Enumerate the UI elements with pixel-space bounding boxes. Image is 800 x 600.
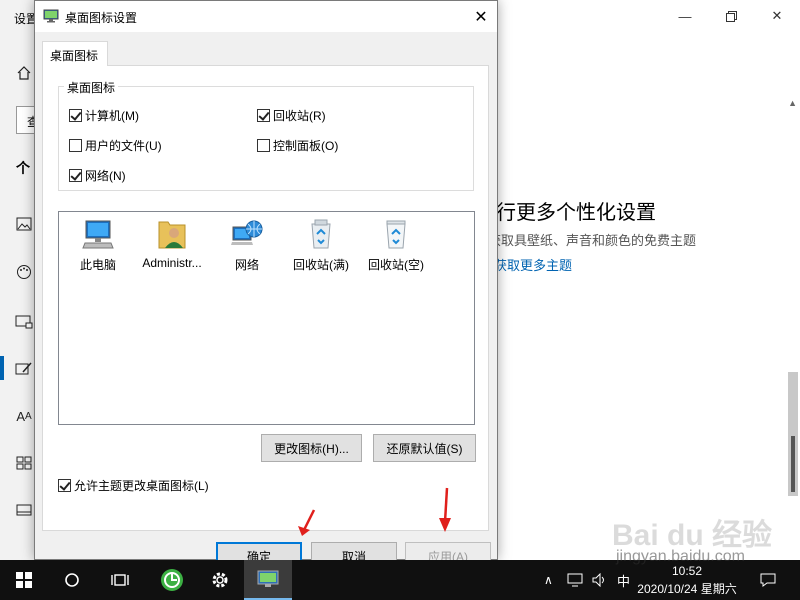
desktop-settings-icon <box>257 570 279 587</box>
red-arrow-annotation-apply <box>439 487 451 532</box>
dialog-titlebar[interactable]: 桌面图标设置 ✕ <box>35 1 497 32</box>
recycle-bin-empty-icon <box>386 220 406 249</box>
desktop-settings-icon <box>43 9 59 23</box>
checkbox-computer[interactable]: 计算机(M) <box>69 107 139 124</box>
checkbox-label: 用户的文件(U) <box>85 139 162 153</box>
taskbar-settings-icon[interactable] <box>14 500 34 520</box>
background-icon[interactable] <box>14 214 34 234</box>
tab-desktop-icons[interactable]: 桌面图标 <box>42 41 108 66</box>
taskbar-app-desktop-icon-settings[interactable] <box>244 560 292 600</box>
get-more-themes-link[interactable]: 获取更多主题 <box>494 255 572 274</box>
list-item-network[interactable]: 网络 <box>209 218 285 273</box>
icon-label: 此电脑 <box>79 258 116 272</box>
start-button[interactable] <box>0 560 48 600</box>
change-icon-button[interactable]: 更改图标(H)... <box>261 434 362 462</box>
checkbox-label: 允许主题更改桌面图标(L) <box>74 479 209 493</box>
checkbox-box[interactable] <box>257 109 270 122</box>
home-icon[interactable] <box>14 63 34 83</box>
icon-label: 网络 <box>234 258 259 272</box>
checkbox-box[interactable] <box>69 169 82 182</box>
desktop-icon-settings-dialog: 桌面图标设置 ✕ 桌面图标 桌面图标 计算机(M) 回收站(R) 用户的文件(U… <box>34 0 498 570</box>
checkbox-label: 控制面板(O) <box>273 139 339 153</box>
groupbox-label: 桌面图标 <box>64 79 119 96</box>
checkbox-user-files[interactable]: 用户的文件(U) <box>69 137 162 154</box>
clock-date: 2020/10/24 星期六 <box>637 582 737 596</box>
list-item-administrator[interactable]: Administr... <box>134 218 210 270</box>
gear-icon <box>212 572 228 588</box>
lock-screen-icon[interactable] <box>14 312 34 332</box>
checkbox-box[interactable] <box>58 479 71 492</box>
checkbox-allow-theme[interactable]: 允许主题更改桌面图标(L) <box>58 477 209 494</box>
action-center-icon[interactable] <box>760 560 776 600</box>
maximize-button[interactable] <box>708 4 754 28</box>
scrollbar-thumb[interactable] <box>791 436 795 492</box>
promo-title: 行更多个性化设置 <box>496 202 656 224</box>
checkbox-recycle-bin[interactable]: 回收站(R) <box>257 107 326 124</box>
icon-label: Administr... <box>142 256 202 270</box>
user-folder-icon <box>158 221 186 249</box>
network-icon <box>231 220 263 245</box>
search-button[interactable] <box>48 560 96 600</box>
watermark-url: jingyan.baidu.com <box>616 548 745 565</box>
clock[interactable]: 10:52 2020/10/24 星期六 <box>612 562 762 598</box>
colors-icon[interactable] <box>14 262 34 282</box>
checkbox-label: 计算机(M) <box>85 109 139 123</box>
red-arrow-annotation-ok <box>298 509 316 536</box>
checkbox-box[interactable] <box>257 139 270 152</box>
checkbox-box[interactable] <box>69 109 82 122</box>
icon-label: 回收站(满) <box>293 258 349 272</box>
promo-description: 获取具壁纸、声音和颜色的免费主题 <box>488 233 697 248</box>
network-tray-icon[interactable] <box>567 560 583 600</box>
cortana-circle-icon <box>65 573 79 587</box>
task-view-icon <box>111 574 129 586</box>
nav-selection-indicator <box>0 356 4 380</box>
icon-list[interactable]: 此电脑 Administr... 网络 回收站(满) 回收站(空) <box>58 211 475 425</box>
minimize-button[interactable]: — <box>662 4 708 28</box>
dialog-close-button[interactable]: ✕ <box>465 1 497 32</box>
dialog-title: 桌面图标设置 <box>65 11 138 25</box>
start-icon[interactable] <box>14 453 34 473</box>
green-browser-icon <box>161 569 183 591</box>
taskbar: ∧ 中 10:52 2020/10/24 星期六 <box>0 560 800 600</box>
windows-logo-icon <box>16 572 32 588</box>
tray-overflow-button[interactable]: ∧ <box>544 560 553 600</box>
task-view-button[interactable] <box>96 560 144 600</box>
checkbox-label: 网络(N) <box>85 169 126 183</box>
icon-label: 回收站(空) <box>368 258 424 272</box>
taskbar-app-settings[interactable] <box>196 560 244 600</box>
themes-icon[interactable] <box>14 359 34 379</box>
scroll-up-icon[interactable]: ▲ <box>788 98 797 108</box>
computer-icon <box>82 220 114 249</box>
settings-section-title: 个 <box>16 160 30 176</box>
checkbox-label: 回收站(R) <box>273 109 326 123</box>
recycle-bin-full-icon <box>311 219 331 249</box>
checkbox-network[interactable]: 网络(N) <box>69 167 126 184</box>
taskbar-app-browser[interactable] <box>148 560 196 600</box>
restore-default-button[interactable]: 还原默认值(S) <box>373 434 476 462</box>
checkbox-control-panel[interactable]: 控制面板(O) <box>257 137 338 154</box>
settings-close-button[interactable]: ✕ <box>754 4 800 28</box>
volume-icon[interactable] <box>592 560 608 600</box>
list-item-this-pc[interactable]: 此电脑 <box>60 218 136 273</box>
fonts-icon[interactable]: AA <box>14 406 34 426</box>
list-item-recycle-bin-empty[interactable]: 回收站(空) <box>358 218 434 273</box>
list-item-recycle-bin-full[interactable]: 回收站(满) <box>283 218 359 273</box>
checkbox-box[interactable] <box>69 139 82 152</box>
